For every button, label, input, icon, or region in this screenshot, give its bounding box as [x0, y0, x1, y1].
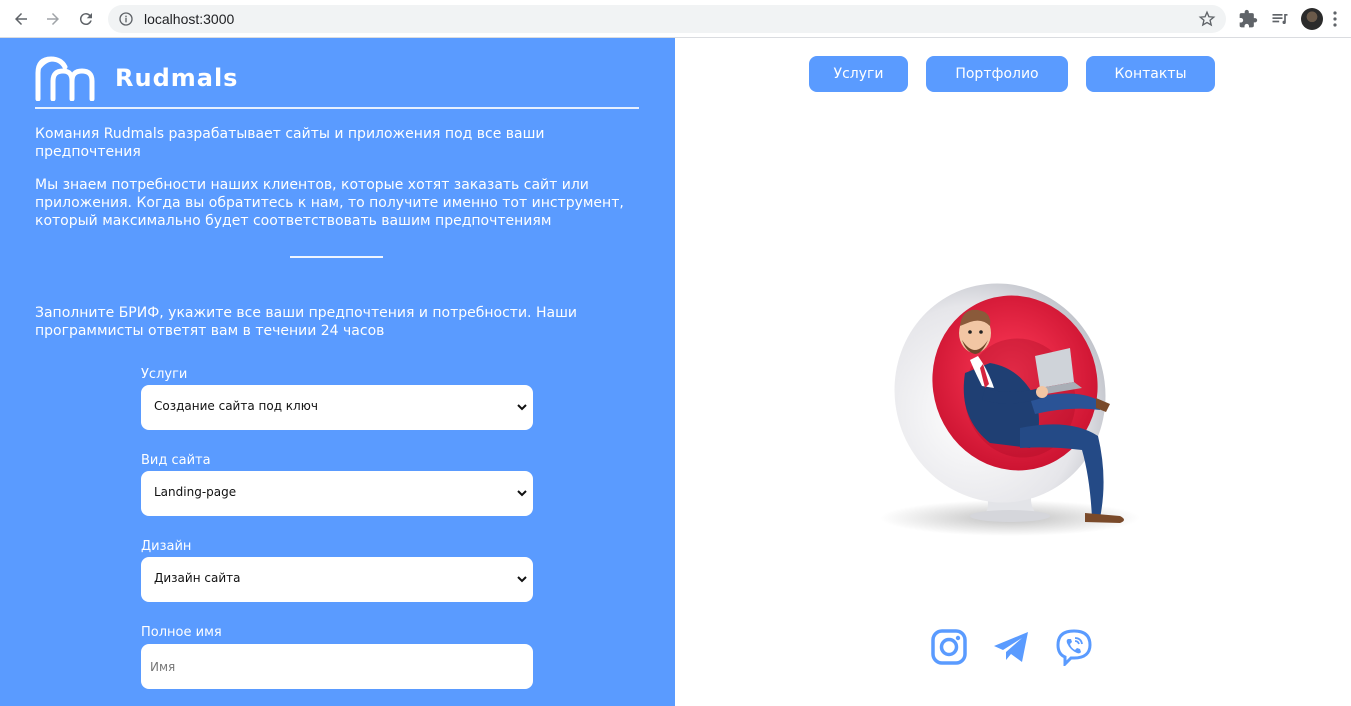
brand-name: Rudmals	[115, 64, 239, 92]
chevron-down-icon	[517, 490, 527, 497]
hero-illustration	[880, 283, 1140, 536]
bookmark-star-icon[interactable]	[1198, 10, 1216, 28]
fullname-input[interactable]	[141, 644, 533, 689]
rudmals-logo-icon	[35, 56, 95, 101]
menu-icon[interactable]	[1333, 10, 1337, 28]
design-select[interactable]: Дизайн сайта	[141, 557, 533, 602]
reload-icon[interactable]	[75, 8, 97, 30]
instagram-icon[interactable]	[930, 628, 968, 666]
intro-text-1: Комания Rudmals разрабатывает сайты и пр…	[35, 126, 545, 160]
left-panel: Rudmals Комания Rudmals разрабатывает са…	[0, 38, 675, 706]
right-panel: Услуги Портфолио Контакты	[675, 38, 1351, 706]
browser-toolbar: localhost:3000	[0, 0, 1351, 38]
site-type-select-value: Landing-page	[154, 485, 237, 499]
nav-services-button[interactable]: Услуги	[809, 56, 908, 92]
nav-portfolio-button[interactable]: Портфолио	[926, 56, 1068, 92]
site-type-label: Вид сайта	[141, 453, 211, 468]
media-control-icon[interactable]	[1270, 9, 1290, 29]
address-bar[interactable]: localhost:3000	[108, 5, 1226, 33]
divider-short	[290, 256, 383, 258]
chevron-down-icon	[517, 404, 527, 411]
chevron-down-icon	[517, 576, 527, 583]
fullname-field[interactable]	[141, 644, 533, 689]
services-label: Услуги	[141, 367, 188, 382]
site-info-icon[interactable]	[118, 11, 134, 27]
forward-icon[interactable]	[42, 8, 64, 30]
viber-icon[interactable]	[1055, 628, 1093, 666]
extensions-icon[interactable]	[1238, 9, 1258, 29]
intro-text-2: Мы знаем потребности наших клиентов, кот…	[35, 177, 624, 229]
nav-contacts-button[interactable]: Контакты	[1086, 56, 1215, 92]
fullname-label: Полное имя	[141, 625, 222, 640]
design-label: Дизайн	[141, 539, 192, 554]
brief-text: Заполните БРИФ, укажите все ваши предпоч…	[35, 305, 577, 339]
logo[interactable]: Rudmals	[35, 55, 238, 101]
divider	[35, 107, 639, 109]
profile-avatar[interactable]	[1301, 8, 1323, 30]
services-select[interactable]: Создание сайта под ключ	[141, 385, 533, 430]
services-select-value: Создание сайта под ключ	[154, 399, 318, 413]
site-type-select[interactable]: Landing-page	[141, 471, 533, 516]
back-icon[interactable]	[10, 8, 32, 30]
url-text[interactable]: localhost:3000	[144, 11, 234, 27]
design-select-value: Дизайн сайта	[154, 571, 241, 585]
telegram-icon[interactable]	[992, 628, 1030, 666]
